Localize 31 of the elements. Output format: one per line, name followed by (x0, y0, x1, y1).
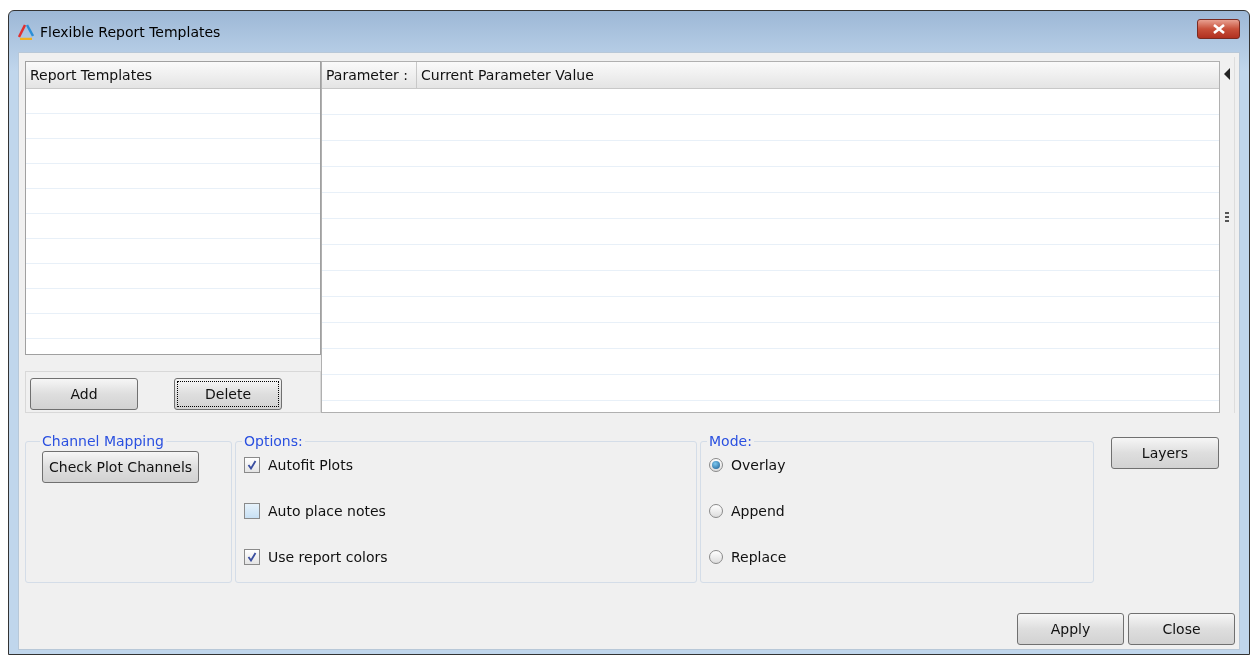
checkbox[interactable] (244, 503, 260, 519)
radio-label: Overlay (731, 457, 786, 473)
grip-icon[interactable] (1225, 212, 1229, 222)
radio-label: Append (731, 503, 785, 519)
templates-list[interactable]: Report Templates (25, 61, 321, 355)
window-title: Flexible Report Templates (40, 23, 222, 40)
layers-button[interactable]: Layers (1111, 437, 1219, 469)
checkbox[interactable] (244, 457, 260, 473)
column-header[interactable]: Report Templates (26, 62, 320, 89)
radio-label: Replace (731, 549, 787, 565)
checkbox[interactable] (244, 549, 260, 565)
group-title: Channel Mapping (41, 433, 165, 449)
template-button[interactable]: Add (30, 378, 138, 410)
checkbox-label: Autofit Plots (268, 457, 353, 473)
column-header[interactable]: Parameter : (322, 62, 417, 89)
radio-button[interactable] (709, 504, 723, 518)
radio-button[interactable] (709, 458, 723, 472)
footer-button[interactable]: Apply (1017, 613, 1124, 645)
close-icon (1211, 23, 1226, 34)
check-plot-channels-button[interactable]: Check Plot Channels (42, 451, 200, 483)
group-title: Mode: (708, 433, 753, 449)
radio-button[interactable] (709, 550, 723, 564)
checkbox-label: Use report colors (268, 549, 388, 565)
collapse-arrow-icon[interactable] (1223, 67, 1231, 81)
checkbox-label: Auto place notes (268, 503, 386, 519)
close-button[interactable] (1197, 18, 1240, 39)
column-header[interactable]: Current Parameter Value (417, 62, 1219, 89)
template-button[interactable]: Delete (174, 378, 282, 410)
footer-button[interactable]: Close (1128, 613, 1235, 645)
group-title: Options: (243, 433, 304, 449)
app-logo-icon (18, 23, 34, 40)
